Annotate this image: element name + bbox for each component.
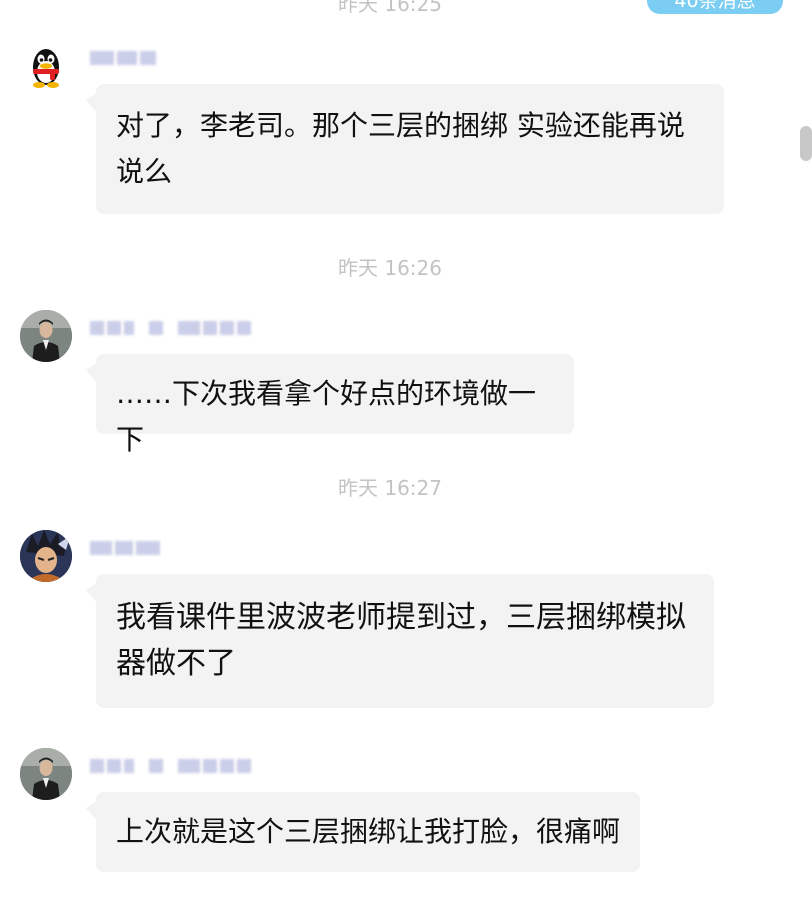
message-text: ……下次我看拿个好点的环境做一下 bbox=[116, 377, 537, 456]
timestamp: 昨天 16:26 bbox=[338, 256, 442, 280]
message-text: 对了，李老司。那个三层的捆绑 实验还能再说说么 bbox=[116, 109, 685, 188]
sender-name bbox=[90, 318, 251, 338]
message-text: 上次就是这个三层捆绑让我打脸，很痛啊 bbox=[116, 815, 621, 848]
sender-name bbox=[90, 538, 160, 558]
anime-character-avatar[interactable] bbox=[20, 530, 72, 582]
person-in-suit-avatar[interactable] bbox=[20, 310, 72, 362]
sender-name bbox=[90, 756, 251, 776]
message-bubble[interactable]: 上次就是这个三层捆绑让我打脸，很痛啊 bbox=[86, 792, 640, 872]
message-bubble[interactable]: ……下次我看拿个好点的环境做一下 bbox=[86, 354, 574, 456]
person-in-suit-avatar[interactable] bbox=[20, 748, 72, 800]
chat-window: 昨天 16:25 40条消息 对了，李老司。那个三层的捆绑 实验还能再说说么 昨… bbox=[0, 0, 812, 904]
unread-messages-button[interactable]: 40条消息 bbox=[647, 0, 783, 14]
message-bubble[interactable]: 我看课件里波波老师提到过，三层捆绑模拟器做不了 bbox=[86, 574, 714, 708]
qq-penguin-avatar[interactable] bbox=[20, 40, 72, 92]
scrollbar-thumb[interactable] bbox=[800, 126, 812, 161]
message-bubble[interactable]: 对了，李老司。那个三层的捆绑 实验还能再说说么 bbox=[86, 84, 724, 214]
timestamp: 昨天 16:27 bbox=[338, 476, 442, 500]
message-text: 我看课件里波波老师提到过，三层捆绑模拟器做不了 bbox=[116, 600, 686, 681]
sender-name bbox=[90, 48, 156, 68]
